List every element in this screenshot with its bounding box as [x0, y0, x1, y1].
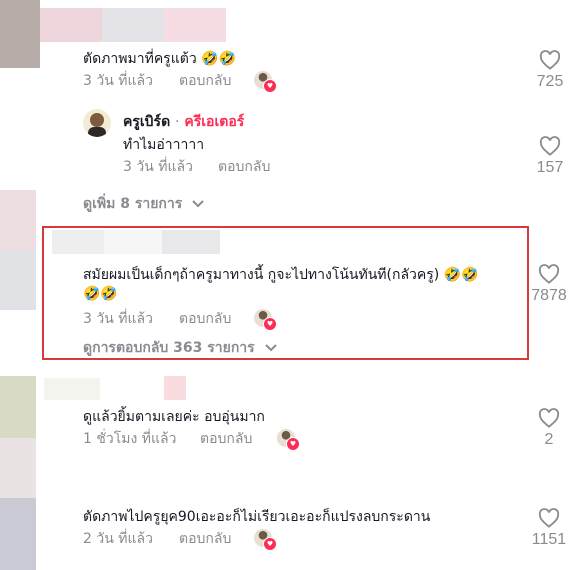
blurred-name-block: [102, 8, 164, 42]
heart-outline-icon: [539, 50, 561, 70]
creator-avatar[interactable]: [83, 109, 111, 137]
comment-text: ตัดภาพไปครูยุค90เอะอะก็ไม่เรียวเอะอะก็แป…: [83, 509, 431, 525]
highlight-annotation-box: [42, 226, 529, 360]
like-count: 1151: [531, 531, 567, 548]
blurred-avatar: [0, 438, 36, 498]
comment-text: ดูแล้วยิ้มตามเลยค่ะ อบอุ่นมาก: [83, 409, 265, 425]
reply-button[interactable]: ตอบกลับ: [179, 528, 231, 550]
creator-liked-avatar: ♥: [254, 71, 277, 93]
reply-button[interactable]: ตอบกลับ: [200, 428, 252, 450]
reply-button[interactable]: ตอบกลับ: [218, 156, 270, 178]
comment-text: ทำไมอ่าาาาา: [123, 137, 205, 153]
blurred-name-block: [164, 8, 226, 42]
comment-text: ตัดภาพมาที่ครูแต้ว 🤣🤣: [83, 51, 236, 67]
blurred-avatar: [0, 498, 36, 570]
like-count: 157: [536, 159, 564, 176]
creator-liked-avatar: ♥: [277, 429, 300, 451]
blurred-avatar: [0, 250, 36, 310]
comment-timestamp: 1 ชั่วโมง ที่แล้ว: [83, 431, 177, 447]
reply-button[interactable]: ตอบกลับ: [179, 70, 231, 92]
heart-outline-icon: [538, 408, 560, 428]
like-button[interactable]: 1151: [524, 508, 574, 549]
like-button[interactable]: 725: [525, 50, 575, 91]
comment-timestamp: 2 วัน ที่แล้ว: [83, 531, 153, 547]
comment-timestamp: 3 วัน ที่แล้ว: [83, 73, 153, 89]
heart-badge-icon: ♥: [263, 79, 277, 93]
heart-badge-icon: ♥: [263, 537, 277, 551]
blurred-name-block: [40, 8, 102, 42]
avatar-face: [90, 113, 104, 127]
like-button[interactable]: 7878: [524, 264, 574, 305]
like-count: 7878: [531, 287, 567, 304]
heart-outline-icon: [538, 264, 560, 284]
view-more-replies[interactable]: ดูเพิ่ม 8 รายการ: [83, 193, 204, 215]
heart-outline-icon: [538, 508, 560, 528]
comment-timestamp: 3 วัน ที่แล้ว: [123, 159, 193, 175]
heart-outline-icon: [539, 136, 561, 156]
author-separator: ·: [175, 114, 180, 130]
heart-badge-icon: ♥: [286, 437, 300, 451]
blurred-avatar: [0, 376, 36, 438]
creator-liked-avatar: ♥: [254, 529, 277, 551]
view-more-label: ดูเพิ่ม 8 รายการ: [83, 196, 183, 212]
blurred-avatar: [0, 190, 36, 250]
author-name[interactable]: ครูเบิร์ด: [123, 114, 170, 130]
avatar-body: [88, 127, 106, 137]
like-count: 2: [544, 431, 554, 448]
like-count: 725: [536, 73, 564, 90]
creator-tag: ครีเอเตอร์: [184, 114, 245, 130]
like-button[interactable]: 2: [524, 408, 574, 449]
blurred-name-block: [164, 376, 186, 400]
like-button[interactable]: 157: [525, 136, 575, 177]
blurred-name-block: [44, 378, 100, 400]
blurred-avatar: [0, 0, 40, 68]
comment-author-row: ครูเบิร์ด · ครีเอเตอร์: [123, 111, 244, 133]
chevron-down-icon: [192, 200, 204, 208]
